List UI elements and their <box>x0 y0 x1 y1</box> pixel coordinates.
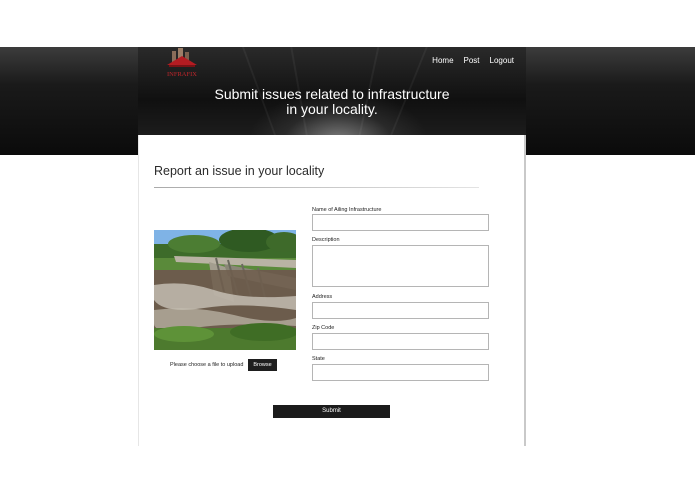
nav-post-link[interactable]: Post <box>464 56 480 65</box>
report-panel: Report an issue in your locality Please … <box>138 135 526 446</box>
tagline-line-1: Submit issues related to infrastructure <box>214 86 450 102</box>
description-field[interactable] <box>312 245 489 287</box>
description-label: Description <box>312 237 340 243</box>
issue-photo <box>154 230 296 350</box>
browse-button[interactable]: Browse <box>248 359 277 371</box>
state-label: State <box>312 356 325 362</box>
title-divider <box>154 187 479 188</box>
logo-text: INFRAFIX <box>167 71 197 78</box>
nav-logout-link[interactable]: Logout <box>490 56 514 65</box>
address-field[interactable] <box>312 302 489 319</box>
zip-code-label: Zip Code <box>312 325 335 331</box>
name-label: Name of Ailing Infrastructure <box>312 207 382 213</box>
logo[interactable]: INFRAFIX <box>160 47 204 79</box>
state-field[interactable] <box>312 364 489 381</box>
header-hero: INFRAFIX Home Post Logout Submit issues … <box>138 47 526 135</box>
tagline-line-2: in your locality. <box>286 101 378 117</box>
top-nav: Home Post Logout <box>432 56 514 65</box>
tagline: Submit issues related to infrastructure … <box>138 87 526 117</box>
address-label: Address <box>312 294 333 300</box>
nav-home-link[interactable]: Home <box>432 56 453 65</box>
page-title: Report an issue in your locality <box>154 164 325 178</box>
upload-label: Please choose a file to upload <box>170 362 244 368</box>
zip-code-field[interactable] <box>312 333 489 350</box>
infrastructure-name-field[interactable] <box>312 214 489 231</box>
submit-button[interactable]: Submit <box>273 405 390 418</box>
